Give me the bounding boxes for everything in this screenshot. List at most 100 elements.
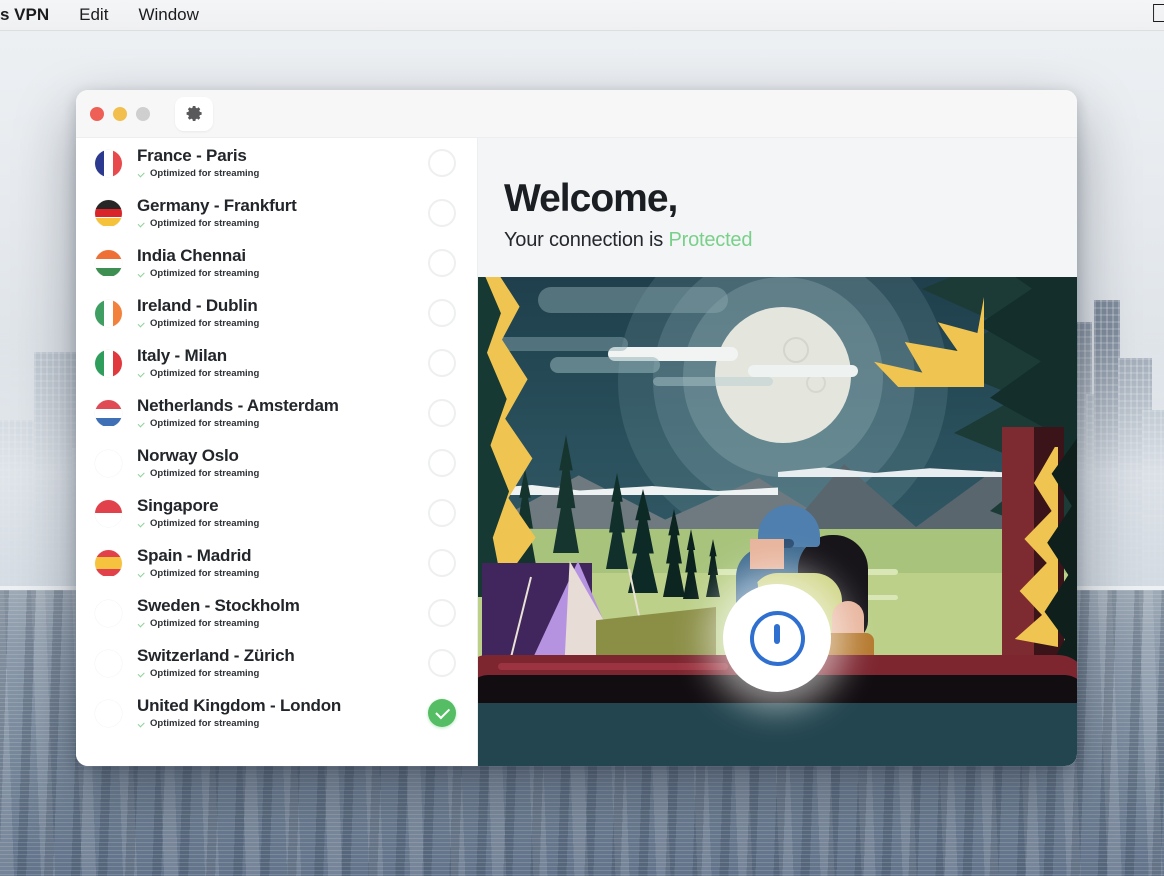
server-text: Norway Oslo Optimized for streaming [137,446,428,480]
server-select-toggle[interactable] [428,549,456,577]
flag-wrapper [89,549,128,577]
server-text: France - Paris Optimized for streaming [137,146,428,180]
flag-wrapper [89,299,128,327]
server-text: Switzerland - Zürich Optimized for strea… [137,646,428,680]
flag-wrapper [89,450,128,476]
power-toggle-button[interactable] [723,584,831,692]
check-icon [137,219,146,228]
check-icon [137,269,146,278]
server-row-switzerland[interactable]: Switzerland - Zürich Optimized for strea… [76,638,477,688]
server-name: Sweden - Stockholm [137,596,300,615]
server-select-toggle[interactable] [428,149,456,177]
flag-switzerland-icon [95,650,122,677]
server-text: Italy - Milan Optimized for streaming [137,346,428,380]
server-row-netherlands[interactable]: Netherlands - Amsterdam Optimized for st… [76,388,477,438]
server-subtitle: Optimized for streaming [137,317,428,330]
server-select-toggle[interactable] [428,649,456,677]
server-subtitle: Optimized for streaming [137,417,428,430]
server-name: Norway Oslo [137,446,239,465]
art-log-highlight [498,663,728,670]
flag-norway-icon [95,450,122,477]
flag-wrapper [89,399,128,427]
server-select-toggle[interactable] [428,599,456,627]
flag-singapore-icon [95,499,122,527]
window-title-bar [76,90,1077,137]
server-row-norway[interactable]: Norway Oslo Optimized for streaming [76,438,477,488]
server-text: India Chennai Optimized for streaming [137,246,428,280]
server-text: Sweden - Stockholm Optimized for streami… [137,596,428,630]
server-name: Spain - Madrid [137,546,252,565]
server-name: Italy - Milan [137,346,227,365]
server-select-toggle[interactable] [428,399,456,427]
server-row-india[interactable]: India Chennai Optimized for streaming [76,238,477,288]
flag-wrapper [89,349,128,377]
server-name: United Kingdom - London [137,696,342,715]
server-row-germany[interactable]: Germany - Frankfurt Optimized for stream… [76,188,477,238]
server-list[interactable]: France - Paris Optimized for streaming G… [76,137,478,766]
art-hiker-neck [750,539,784,569]
menu-item-edit[interactable]: Edit [64,0,123,30]
minimize-button[interactable] [113,106,127,121]
connection-status-prefix: Your connection is [504,229,669,251]
check-icon [137,169,146,178]
check-icon [137,619,146,628]
flag-united-kingdom-icon [95,700,122,727]
server-row-sweden[interactable]: Sweden - Stockholm Optimized for streami… [76,588,477,638]
check-icon [137,569,146,578]
server-select-toggle[interactable] [428,499,456,527]
flag-wrapper [89,249,128,277]
art-cloud [748,365,858,377]
server-row-spain[interactable]: Spain - Madrid Optimized for streaming [76,538,477,588]
server-row-singapore[interactable]: Singapore Optimized for streaming [76,488,477,538]
server-select-toggle[interactable] [428,349,456,377]
flag-france-icon [95,149,122,177]
close-button[interactable] [90,106,104,121]
menu-item-window[interactable]: Window [123,0,213,30]
server-select-toggle[interactable] [428,449,456,477]
flag-ireland-icon [95,299,122,327]
server-row-ireland[interactable]: Ireland - Dublin Optimized for streaming [76,288,477,338]
check-icon [137,469,146,478]
menu-bar: s VPN Edit Window  [0,0,1164,30]
server-select-toggle-selected[interactable] [428,699,456,727]
check-icon [137,369,146,378]
server-select-toggle[interactable] [428,199,456,227]
connection-status-value: Protected [668,229,753,251]
flag-india-icon [95,249,122,277]
flag-wrapper [89,499,128,527]
settings-button[interactable] [175,96,213,131]
server-subtitle: Optimized for streaming [137,567,428,580]
server-row-italy[interactable]: Italy - Milan Optimized for streaming [76,338,477,388]
server-row-france[interactable]: France - Paris Optimized for streaming [76,138,477,188]
connection-status-line: Your connection is Protected [504,229,1077,252]
zoom-button[interactable] [136,106,150,121]
server-row-united-kingdom[interactable]: United Kingdom - London Optimized for st… [76,688,477,738]
server-subtitle: Optimized for streaming [137,517,428,530]
apple-logo-icon[interactable]:  [1151,0,1164,26]
server-subtitle: Optimized for streaming [137,167,428,180]
flag-wrapper [89,600,128,626]
server-subtitle: Optimized for streaming [137,667,428,680]
server-subtitle: Optimized for streaming [137,217,428,230]
server-subtitle: Optimized for streaming [137,617,428,630]
server-name: Germany - Frankfurt [137,196,297,215]
server-subtitle: Optimized for streaming [137,467,428,480]
server-name: France - Paris [137,146,247,165]
flag-wrapper [89,650,128,676]
server-select-toggle[interactable] [428,299,456,327]
server-text: United Kingdom - London Optimized for st… [137,696,428,730]
server-name: Netherlands - Amsterdam [137,396,339,415]
menu-item-app-name[interactable]: s VPN [0,0,64,30]
server-name: Singapore [137,496,219,515]
gear-icon [186,105,202,122]
art-cloud [538,287,728,313]
server-select-toggle[interactable] [428,249,456,277]
flag-italy-icon [95,349,122,377]
check-icon [137,419,146,428]
power-button-icon [749,610,805,666]
art-cloud [653,377,773,386]
server-text: Ireland - Dublin Optimized for streaming [137,296,428,330]
flag-wrapper [89,199,128,227]
art-moon-crater [783,337,809,363]
flag-sweden-icon [95,600,122,627]
